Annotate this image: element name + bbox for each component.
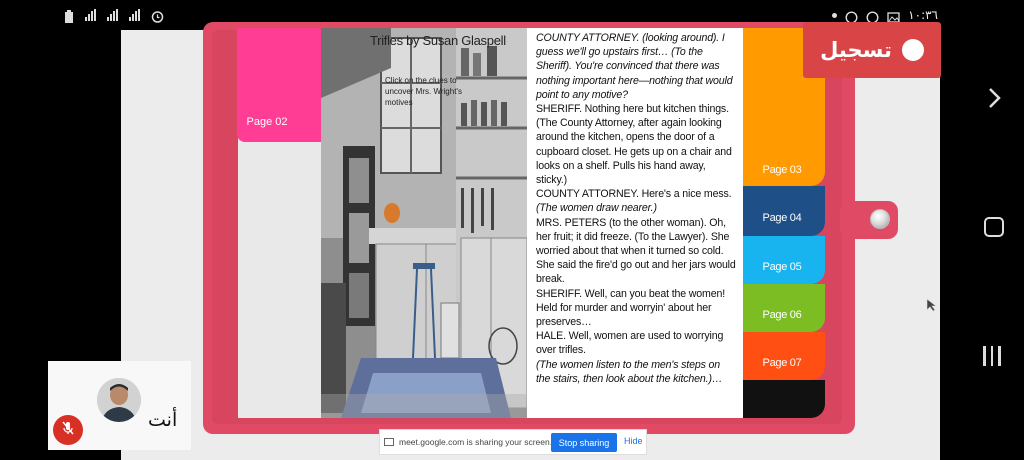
script-line: (The women draw nearer.)	[536, 202, 657, 215]
phone-screen: ١٠:٣٦ Page 02 Trifles by Susan Glaspell …	[0, 0, 1024, 460]
clock: ١٠:٣٦	[908, 8, 938, 22]
gallery-icon	[887, 9, 900, 23]
mic-muted-button[interactable]	[53, 415, 83, 445]
self-view-label: أنت	[148, 409, 178, 431]
script-line: COUNTY ATTORNEY. Here's a nice mess.	[536, 188, 732, 201]
avatar	[97, 378, 141, 422]
script-line: (The women listen to the men's steps on …	[536, 358, 723, 385]
status-icons-left	[64, 8, 164, 23]
home-button-icon[interactable]	[984, 217, 1004, 237]
stop-sharing-button[interactable]: Stop sharing	[551, 433, 617, 452]
signal-icon	[85, 8, 99, 21]
script-line: MRS. PETERS (to the other woman). Oh, he…	[536, 216, 736, 286]
script-page: COUNTY ATTORNEY. (looking around). I gue…	[527, 28, 743, 418]
back-chevron-icon[interactable]	[984, 85, 1004, 111]
illustration-title: Trifles by Susan Glaspell	[370, 33, 506, 48]
share-message: meet.google.com is sharing your screen.	[399, 437, 553, 447]
script-line: HALE. Well, women are used to worrying o…	[536, 330, 724, 357]
tab-page-06[interactable]: Page 06	[743, 284, 825, 332]
tab-page-02-label: Page 02	[246, 116, 288, 128]
recording-badge: تسجيل	[803, 22, 941, 78]
tab-page-07[interactable]: Page 07	[743, 332, 825, 380]
notification-dot-icon	[832, 12, 838, 18]
whatsapp-icon	[845, 9, 858, 24]
script-line: COUNTY ATTORNEY. (looking around). I gue…	[536, 32, 733, 101]
tab-page-04[interactable]: Page 04	[743, 186, 825, 236]
record-dot-icon	[901, 39, 924, 61]
screen-share-bar: meet.google.com is sharing your screen. …	[379, 429, 647, 455]
tab-page-05[interactable]: Page 05	[743, 236, 825, 284]
clasp-button[interactable]	[870, 209, 890, 229]
recording-label: تسجيل	[820, 38, 892, 62]
tab-back-cover[interactable]	[743, 380, 825, 418]
script-line: SHERIFF. Well, can you beat the women! H…	[536, 287, 725, 329]
illustration-hint: Click on the clues to uncover Mrs. Wrigh…	[385, 76, 462, 107]
battery-icon	[64, 8, 77, 23]
screen-share-icon	[384, 438, 394, 446]
alarm-icon	[151, 8, 164, 23]
data-signal-icon	[107, 8, 121, 21]
script-text: COUNTY ATTORNEY. (looking around). I gue…	[536, 31, 737, 386]
whatsapp-icon-2	[866, 9, 879, 24]
script-line: (The County Attorney, after again lookin…	[536, 117, 732, 187]
recent-apps-icon[interactable]	[983, 346, 1005, 366]
mic-off-icon	[60, 420, 76, 440]
hide-button[interactable]: Hide	[624, 436, 643, 446]
mouse-cursor-icon	[926, 297, 938, 312]
signal-icon-2	[129, 8, 143, 21]
script-line: SHERIFF. Nothing here but kitchen things…	[536, 103, 729, 116]
status-icons-right: ١٠:٣٦	[832, 8, 938, 24]
